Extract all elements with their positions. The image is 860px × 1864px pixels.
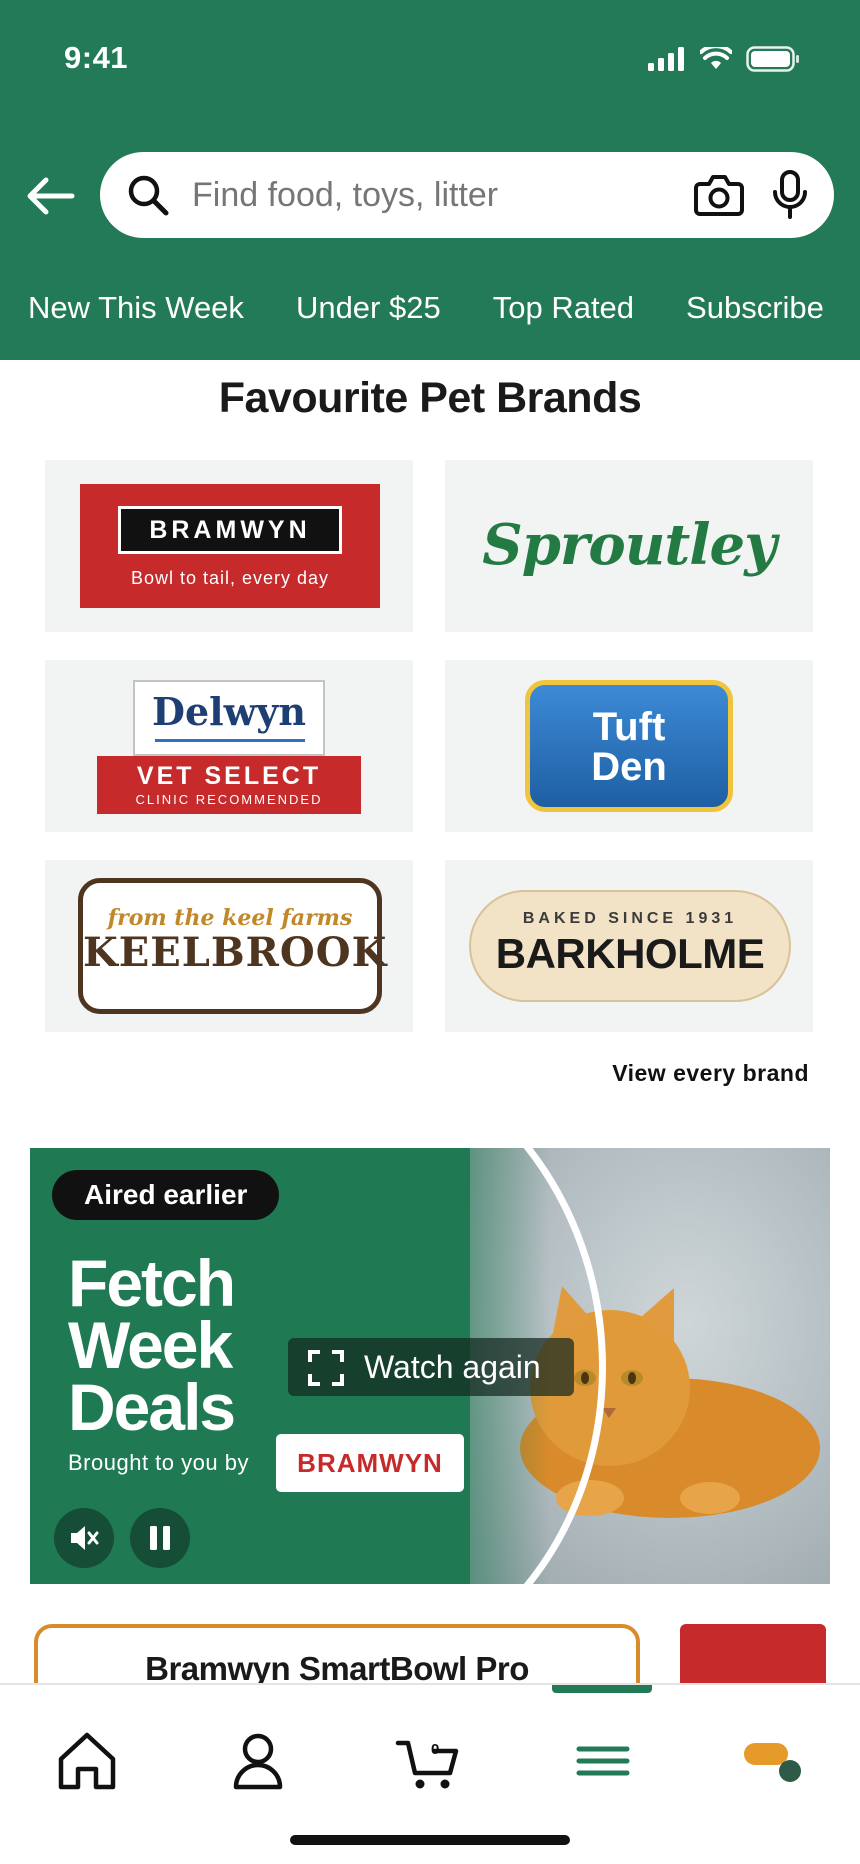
menu-icon[interactable] (563, 1721, 643, 1801)
keelbrook-name: KEELBROOK (83, 929, 388, 976)
sproutley-logo: Sproutley (482, 512, 776, 578)
search-icon (128, 175, 169, 216)
watch-again-label: Watch again (364, 1349, 541, 1385)
barkholme-logo: BAKED SINCE 1931 BARKHOLME (469, 890, 791, 1002)
quick-links: New This Week Under $25 Top Rated Subscr… (28, 290, 824, 326)
cart-count: 0 (431, 1741, 439, 1758)
wifi-icon (700, 47, 732, 69)
brand-tile-tuft-den[interactable]: Tuft Den (445, 660, 813, 832)
bottom-nav: 0 (0, 1683, 860, 1864)
fullscreen-icon (308, 1350, 344, 1386)
cart-icon[interactable]: 0 (388, 1721, 468, 1801)
delwyn-logo-name: Delwyn (152, 689, 306, 734)
pause-icon (150, 1526, 170, 1550)
promo-title: Fetch Week Deals (68, 1250, 288, 1440)
home-icon[interactable] (47, 1721, 127, 1801)
promo-video-card[interactable]: Aired earlier Fetch Week Deals Brought t… (30, 1148, 830, 1584)
back-arrow-icon[interactable] (24, 170, 76, 222)
brand-tile-sproutley[interactable]: Sproutley (445, 460, 813, 632)
status-time: 9:41 (64, 40, 129, 75)
search-input[interactable] (192, 170, 672, 220)
brand-tile-barkholme[interactable]: BAKED SINCE 1931 BARKHOLME (445, 860, 813, 1032)
assistant-icon[interactable] (732, 1721, 812, 1801)
brands-section-title: Favourite Pet Brands (218, 374, 642, 422)
delwyn-logo-underline (155, 739, 305, 742)
bramwyn-logo: BRAMWYN Bowl to tail, every day (80, 484, 380, 608)
tuft-den-logo: Tuft Den (525, 680, 733, 812)
camera-icon[interactable] (694, 172, 744, 218)
quick-link-subscribe[interactable]: Subscribe (686, 290, 824, 326)
search-bar (100, 152, 834, 238)
promo-sponsor-logo: BRAMWYN (276, 1434, 464, 1492)
promo-title-line3: Deals (68, 1370, 236, 1444)
mute-icon (71, 1526, 99, 1550)
aired-earlier-badge: Aired earlier (52, 1170, 280, 1220)
pause-button[interactable] (130, 1508, 190, 1568)
tuft-den-line2: Den (591, 745, 667, 789)
header: 9:41 Find food, toys, litter New This We… (0, 0, 860, 360)
mute-button[interactable] (54, 1508, 114, 1568)
barkholme-name: BARKHOLME (495, 930, 765, 977)
tuft-den-line1: Tuft (592, 705, 666, 749)
delwyn-line1: VET SELECT (136, 762, 322, 790)
keelbrook-logo: from the keel farms KEELBROOK (78, 878, 388, 1014)
bramwyn-logo-tagline: Bowl to tail, every day (130, 568, 330, 588)
bramwyn-logo-name: BRAMWYN (118, 506, 342, 554)
quick-link-under-25[interactable]: Under $25 (296, 290, 441, 326)
account-icon[interactable] (218, 1721, 298, 1801)
delwyn-vet-select-band: VET SELECT CLINIC RECOMMENDED (97, 756, 361, 814)
quick-link-top-rated[interactable]: Top Rated (493, 290, 634, 326)
battery-icon (746, 46, 799, 72)
promo-sponsor-text: Brought to you by (68, 1450, 249, 1475)
app-screen: 9:41 Find food, toys, litter New This We… (0, 0, 860, 1864)
status-icons (648, 46, 800, 72)
delwyn-logo: Delwyn (133, 680, 325, 756)
brand-tile-delwyn[interactable]: Delwyn VET SELECT CLINIC RECOMMENDED (45, 660, 413, 832)
quick-link-new-this-week[interactable]: New This Week (28, 290, 244, 326)
active-tab-indicator (552, 1685, 652, 1693)
signal-icon (648, 47, 684, 71)
home-indicator (290, 1835, 570, 1845)
view-every-brand-link[interactable]: View every brand (612, 1060, 809, 1087)
brand-tile-bramwyn[interactable]: BRAMWYN Bowl to tail, every day (45, 460, 413, 632)
watch-again-button[interactable]: Watch again (288, 1338, 574, 1396)
barkholme-tagline: BAKED SINCE 1931 (522, 910, 738, 927)
brand-tile-keelbrook[interactable]: from the keel farms KEELBROOK (45, 860, 413, 1032)
microphone-icon[interactable] (770, 170, 810, 220)
keelbrook-tagline: from the keel farms (107, 905, 353, 931)
delwyn-line2: CLINIC RECOMMENDED (135, 792, 323, 807)
